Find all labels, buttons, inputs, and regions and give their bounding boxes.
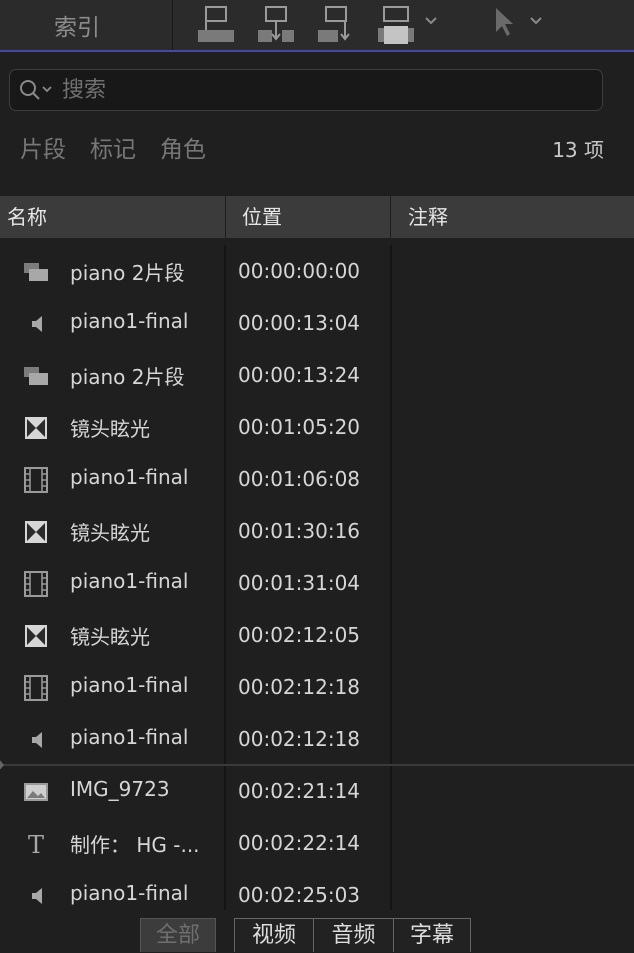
table-row[interactable]: 镜头眩光 00:02:12:05 bbox=[0, 609, 634, 661]
column-header-position[interactable]: 位置 bbox=[242, 196, 282, 238]
row-name: 镜头眩光 bbox=[70, 417, 150, 441]
filter-tags[interactable]: 标记 bbox=[90, 130, 136, 164]
search-input[interactable] bbox=[62, 76, 582, 104]
row-name: piano1-final bbox=[70, 569, 189, 593]
column-header-notes[interactable]: 注释 bbox=[408, 196, 448, 238]
chevron-down-icon[interactable] bbox=[529, 14, 543, 28]
row-name: 镜头眩光 bbox=[70, 625, 150, 649]
row-position: 00:02:12:18 bbox=[238, 675, 361, 699]
row-name: IMG_9723 bbox=[70, 777, 170, 801]
insert-clip-icon[interactable] bbox=[256, 4, 296, 44]
film-icon bbox=[22, 466, 50, 494]
search-field[interactable] bbox=[9, 69, 603, 111]
table-row[interactable]: T 制作： HG -... 00:02:22:14 bbox=[0, 817, 634, 869]
tab-all[interactable]: 全部 bbox=[140, 918, 216, 952]
table-row[interactable]: piano1-final 00:01:06:08 bbox=[0, 453, 634, 505]
tab-captions[interactable]: 字幕 bbox=[393, 918, 471, 952]
filter-clips[interactable]: 片段 bbox=[20, 130, 66, 164]
row-position: 00:02:12:18 bbox=[238, 727, 361, 751]
table-row[interactable]: piano1-final 00:01:31:04 bbox=[0, 557, 634, 609]
row-position: 00:02:25:03 bbox=[238, 883, 361, 907]
row-name: 制作： HG -... bbox=[70, 833, 200, 857]
overwrite-clip-icon[interactable] bbox=[376, 4, 416, 44]
title-icon: T bbox=[22, 830, 50, 859]
audio-icon bbox=[22, 882, 50, 910]
index-button[interactable]: 索引 bbox=[0, 0, 173, 50]
column-header-name[interactable]: 名称 bbox=[7, 196, 47, 238]
row-position: 00:01:05:20 bbox=[238, 415, 361, 439]
image-icon bbox=[22, 778, 50, 806]
index-label: 索引 bbox=[54, 15, 100, 41]
row-name: piano1-final bbox=[70, 725, 189, 749]
row-position: 00:02:12:05 bbox=[238, 623, 361, 647]
table-row[interactable]: piano1-final 00:02:12:18 bbox=[0, 713, 634, 765]
append-clip-icon[interactable] bbox=[316, 4, 356, 44]
filter-tabs: 片段 标记 角色 bbox=[20, 130, 206, 164]
table-header: 名称 位置 注释 bbox=[0, 196, 634, 238]
row-name: piano1-final bbox=[70, 309, 189, 333]
item-count: 13 项 bbox=[552, 138, 604, 162]
table-row[interactable]: piano 2片段 00:00:00:00 bbox=[0, 245, 634, 297]
connect-clip-icon[interactable] bbox=[196, 4, 236, 44]
search-icon[interactable] bbox=[18, 78, 58, 102]
row-name: piano1-final bbox=[70, 673, 189, 697]
playhead-marker bbox=[0, 758, 4, 772]
transition-icon bbox=[22, 622, 50, 650]
table-body: piano 2片段 00:00:00:00 piano1-final 00:00:13… bbox=[0, 245, 634, 910]
svg-text:T: T bbox=[28, 831, 44, 858]
transition-icon bbox=[22, 414, 50, 442]
select-arrow-icon[interactable] bbox=[492, 6, 516, 38]
row-position: 00:02:22:14 bbox=[238, 831, 361, 855]
audio-icon bbox=[22, 310, 50, 338]
chevron-down-icon[interactable] bbox=[424, 14, 438, 28]
row-name: piano1-final bbox=[70, 465, 189, 489]
table-row[interactable]: 镜头眩光 00:01:05:20 bbox=[0, 401, 634, 453]
compound-clip-icon bbox=[22, 258, 50, 286]
row-name: piano 2片段 bbox=[70, 261, 185, 285]
playhead-divider bbox=[0, 764, 634, 766]
row-position: 00:01:31:04 bbox=[238, 571, 361, 595]
row-position: 00:00:13:24 bbox=[238, 363, 361, 387]
table-row[interactable]: 镜头眩光 00:01:30:16 bbox=[0, 505, 634, 557]
row-position: 00:01:30:16 bbox=[238, 519, 361, 543]
tab-audio[interactable]: 音频 bbox=[313, 918, 394, 952]
film-icon bbox=[22, 674, 50, 702]
table-row[interactable]: piano 2片段 00:00:13:24 bbox=[0, 349, 634, 401]
row-name: piano1-final bbox=[70, 881, 189, 905]
row-name: piano 2片段 bbox=[70, 365, 185, 389]
table-row[interactable]: IMG_9723 00:02:21:14 bbox=[0, 765, 634, 817]
film-icon bbox=[22, 570, 50, 598]
row-position: 00:02:21:14 bbox=[238, 779, 361, 803]
table-row[interactable]: piano1-final 00:02:25:03 bbox=[0, 869, 634, 910]
row-position: 00:00:13:04 bbox=[238, 311, 361, 335]
table-row[interactable]: piano1-final 00:02:12:18 bbox=[0, 661, 634, 713]
toolbar: 索引 bbox=[0, 0, 634, 52]
filter-roles[interactable]: 角色 bbox=[160, 130, 206, 164]
compound-clip-icon bbox=[22, 362, 50, 390]
table-row[interactable]: piano1-final 00:00:13:04 bbox=[0, 297, 634, 349]
row-position: 00:00:00:00 bbox=[238, 259, 361, 283]
row-name: 镜头眩光 bbox=[70, 521, 150, 545]
transition-icon bbox=[22, 518, 50, 546]
row-position: 00:01:06:08 bbox=[238, 467, 361, 491]
tab-video[interactable]: 视频 bbox=[234, 918, 314, 952]
audio-icon bbox=[22, 726, 50, 754]
